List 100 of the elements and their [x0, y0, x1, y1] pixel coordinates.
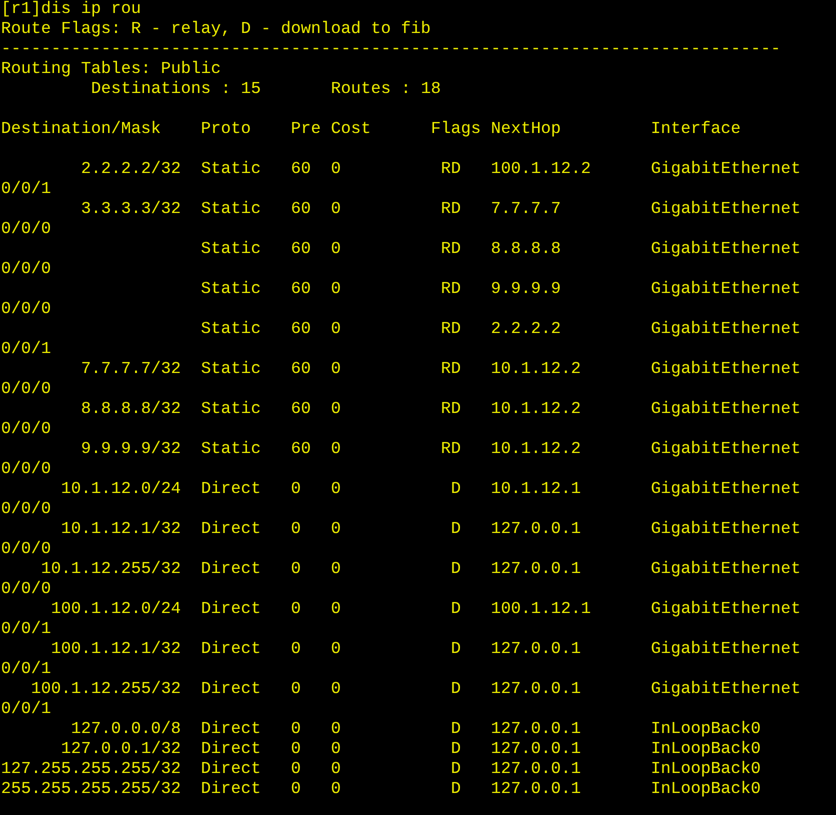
column-header: Cost [330, 120, 371, 139]
interface-cell: GigabitEthernet [650, 480, 801, 499]
column-header: Pre [290, 120, 321, 139]
cost-cell: 0 [330, 400, 341, 419]
cost-cell: 0 [330, 600, 341, 619]
cost-cell: 0 [330, 640, 341, 659]
nexthop-cell: 127.0.0.1 [490, 520, 581, 539]
destinations-count: 15 [240, 80, 261, 99]
flags-cell: D [450, 640, 461, 659]
cost-cell: 0 [330, 360, 341, 379]
flags-cell: RD [440, 440, 461, 459]
proto-cell: Static [200, 200, 261, 219]
destination-cell: 10.1.12.1/32 [60, 520, 181, 539]
nexthop-cell: 10.1.12.2 [490, 440, 581, 459]
column-header: Proto [200, 120, 251, 139]
interface-cell-continuation: 0/0/1 [1, 700, 51, 719]
proto-cell: Direct [200, 480, 261, 499]
flags-cell: D [450, 480, 461, 499]
routes-count: 18 [420, 80, 441, 99]
nexthop-cell: 7.7.7.7 [490, 200, 561, 219]
route-flags-legend: Route Flags: R - relay, D - download to fib [1, 20, 431, 39]
interface-cell-continuation: 0/0/0 [1, 460, 51, 479]
interface-cell-continuation: 0/0/0 [1, 540, 51, 559]
cost-cell: 0 [330, 720, 341, 739]
cost-cell: 0 [330, 320, 341, 339]
interface-cell: GigabitEthernet [650, 440, 801, 459]
nexthop-cell: 127.0.0.1 [490, 720, 581, 739]
destination-cell: 100.1.12.255/32 [31, 680, 181, 699]
cost-cell: 0 [330, 480, 341, 499]
interface-cell: GigabitEthernet [650, 160, 801, 179]
interface-cell-continuation: 0/0/0 [1, 260, 51, 279]
interface-cell: GigabitEthernet [650, 560, 801, 579]
interface-cell-continuation: 0/0/1 [1, 340, 51, 359]
destination-cell: 100.1.12.1/32 [50, 640, 181, 659]
cost-cell: 0 [330, 240, 341, 259]
proto-cell: Static [200, 360, 261, 379]
flags-cell: D [450, 520, 461, 539]
nexthop-cell: 10.1.12.1 [490, 480, 581, 499]
column-header: Destination/Mask [1, 120, 161, 139]
preference-cell: 60 [290, 400, 311, 419]
preference-cell: 60 [290, 160, 311, 179]
flags-cell: D [450, 600, 461, 619]
nexthop-cell: 2.2.2.2 [490, 320, 561, 339]
destination-cell: 2.2.2.2/32 [80, 160, 181, 179]
separator-line: ------------------------------------------------------------------------------ [1, 40, 781, 59]
interface-cell-continuation: 0/0/1 [1, 660, 51, 679]
proto-cell: Static [200, 280, 261, 299]
interface-cell: InLoopBack0 [650, 760, 761, 779]
flags-cell: RD [440, 160, 461, 179]
nexthop-cell: 10.1.12.2 [490, 360, 581, 379]
proto-cell: Direct [200, 640, 261, 659]
destination-cell: 127.0.0.1/32 [60, 740, 181, 759]
interface-cell-continuation: 0/0/0 [1, 220, 51, 239]
interface-cell: InLoopBack0 [650, 740, 761, 759]
interface-cell: InLoopBack0 [650, 720, 761, 739]
flags-cell: D [450, 560, 461, 579]
interface-cell: InLoopBack0 [650, 780, 761, 799]
nexthop-cell: 127.0.0.1 [490, 560, 581, 579]
cost-cell: 0 [330, 560, 341, 579]
nexthop-cell: 100.1.12.2 [490, 160, 591, 179]
preference-cell: 0 [290, 780, 301, 799]
proto-cell: Static [200, 440, 261, 459]
interface-cell: GigabitEthernet [650, 680, 801, 699]
destination-cell: 8.8.8.8/32 [80, 400, 181, 419]
preference-cell: 0 [290, 560, 301, 579]
nexthop-cell: 10.1.12.2 [490, 400, 581, 419]
destination-cell: 10.1.12.255/32 [40, 560, 181, 579]
column-header: Interface [650, 120, 741, 139]
flags-cell: D [450, 680, 461, 699]
flags-cell: D [450, 760, 461, 779]
destination-cell: 10.1.12.0/24 [60, 480, 181, 499]
flags-cell: RD [440, 280, 461, 299]
interface-cell-continuation: 0/0/0 [1, 500, 51, 519]
command-prompt: [r1] [1, 0, 41, 19]
interface-cell: GigabitEthernet [650, 320, 801, 339]
preference-cell: 60 [290, 280, 311, 299]
interface-cell: GigabitEthernet [650, 360, 801, 379]
destination-cell: 127.255.255.255/32 [1, 760, 181, 779]
interface-cell: GigabitEthernet [650, 600, 801, 619]
destination-cell: 255.255.255.255/32 [1, 780, 181, 799]
interface-cell-continuation: 0/0/0 [1, 580, 51, 599]
preference-cell: 60 [290, 200, 311, 219]
proto-cell: Direct [200, 520, 261, 539]
cost-cell: 0 [330, 280, 341, 299]
interface-cell-continuation: 0/0/0 [1, 300, 51, 319]
interface-cell: GigabitEthernet [650, 520, 801, 539]
cost-cell: 0 [330, 160, 341, 179]
proto-cell: Direct [200, 560, 261, 579]
proto-cell: Direct [200, 780, 261, 799]
nexthop-cell: 127.0.0.1 [490, 740, 581, 759]
proto-cell: Direct [200, 720, 261, 739]
destination-cell: 9.9.9.9/32 [80, 440, 181, 459]
destination-cell: 3.3.3.3/32 [80, 200, 181, 219]
proto-cell: Static [200, 160, 261, 179]
flags-cell: RD [440, 320, 461, 339]
proto-cell: Static [200, 400, 261, 419]
interface-cell-continuation: 0/0/0 [1, 380, 51, 399]
destination-cell: 7.7.7.7/32 [80, 360, 181, 379]
nexthop-cell: 100.1.12.1 [490, 600, 591, 619]
preference-cell: 60 [290, 320, 311, 339]
